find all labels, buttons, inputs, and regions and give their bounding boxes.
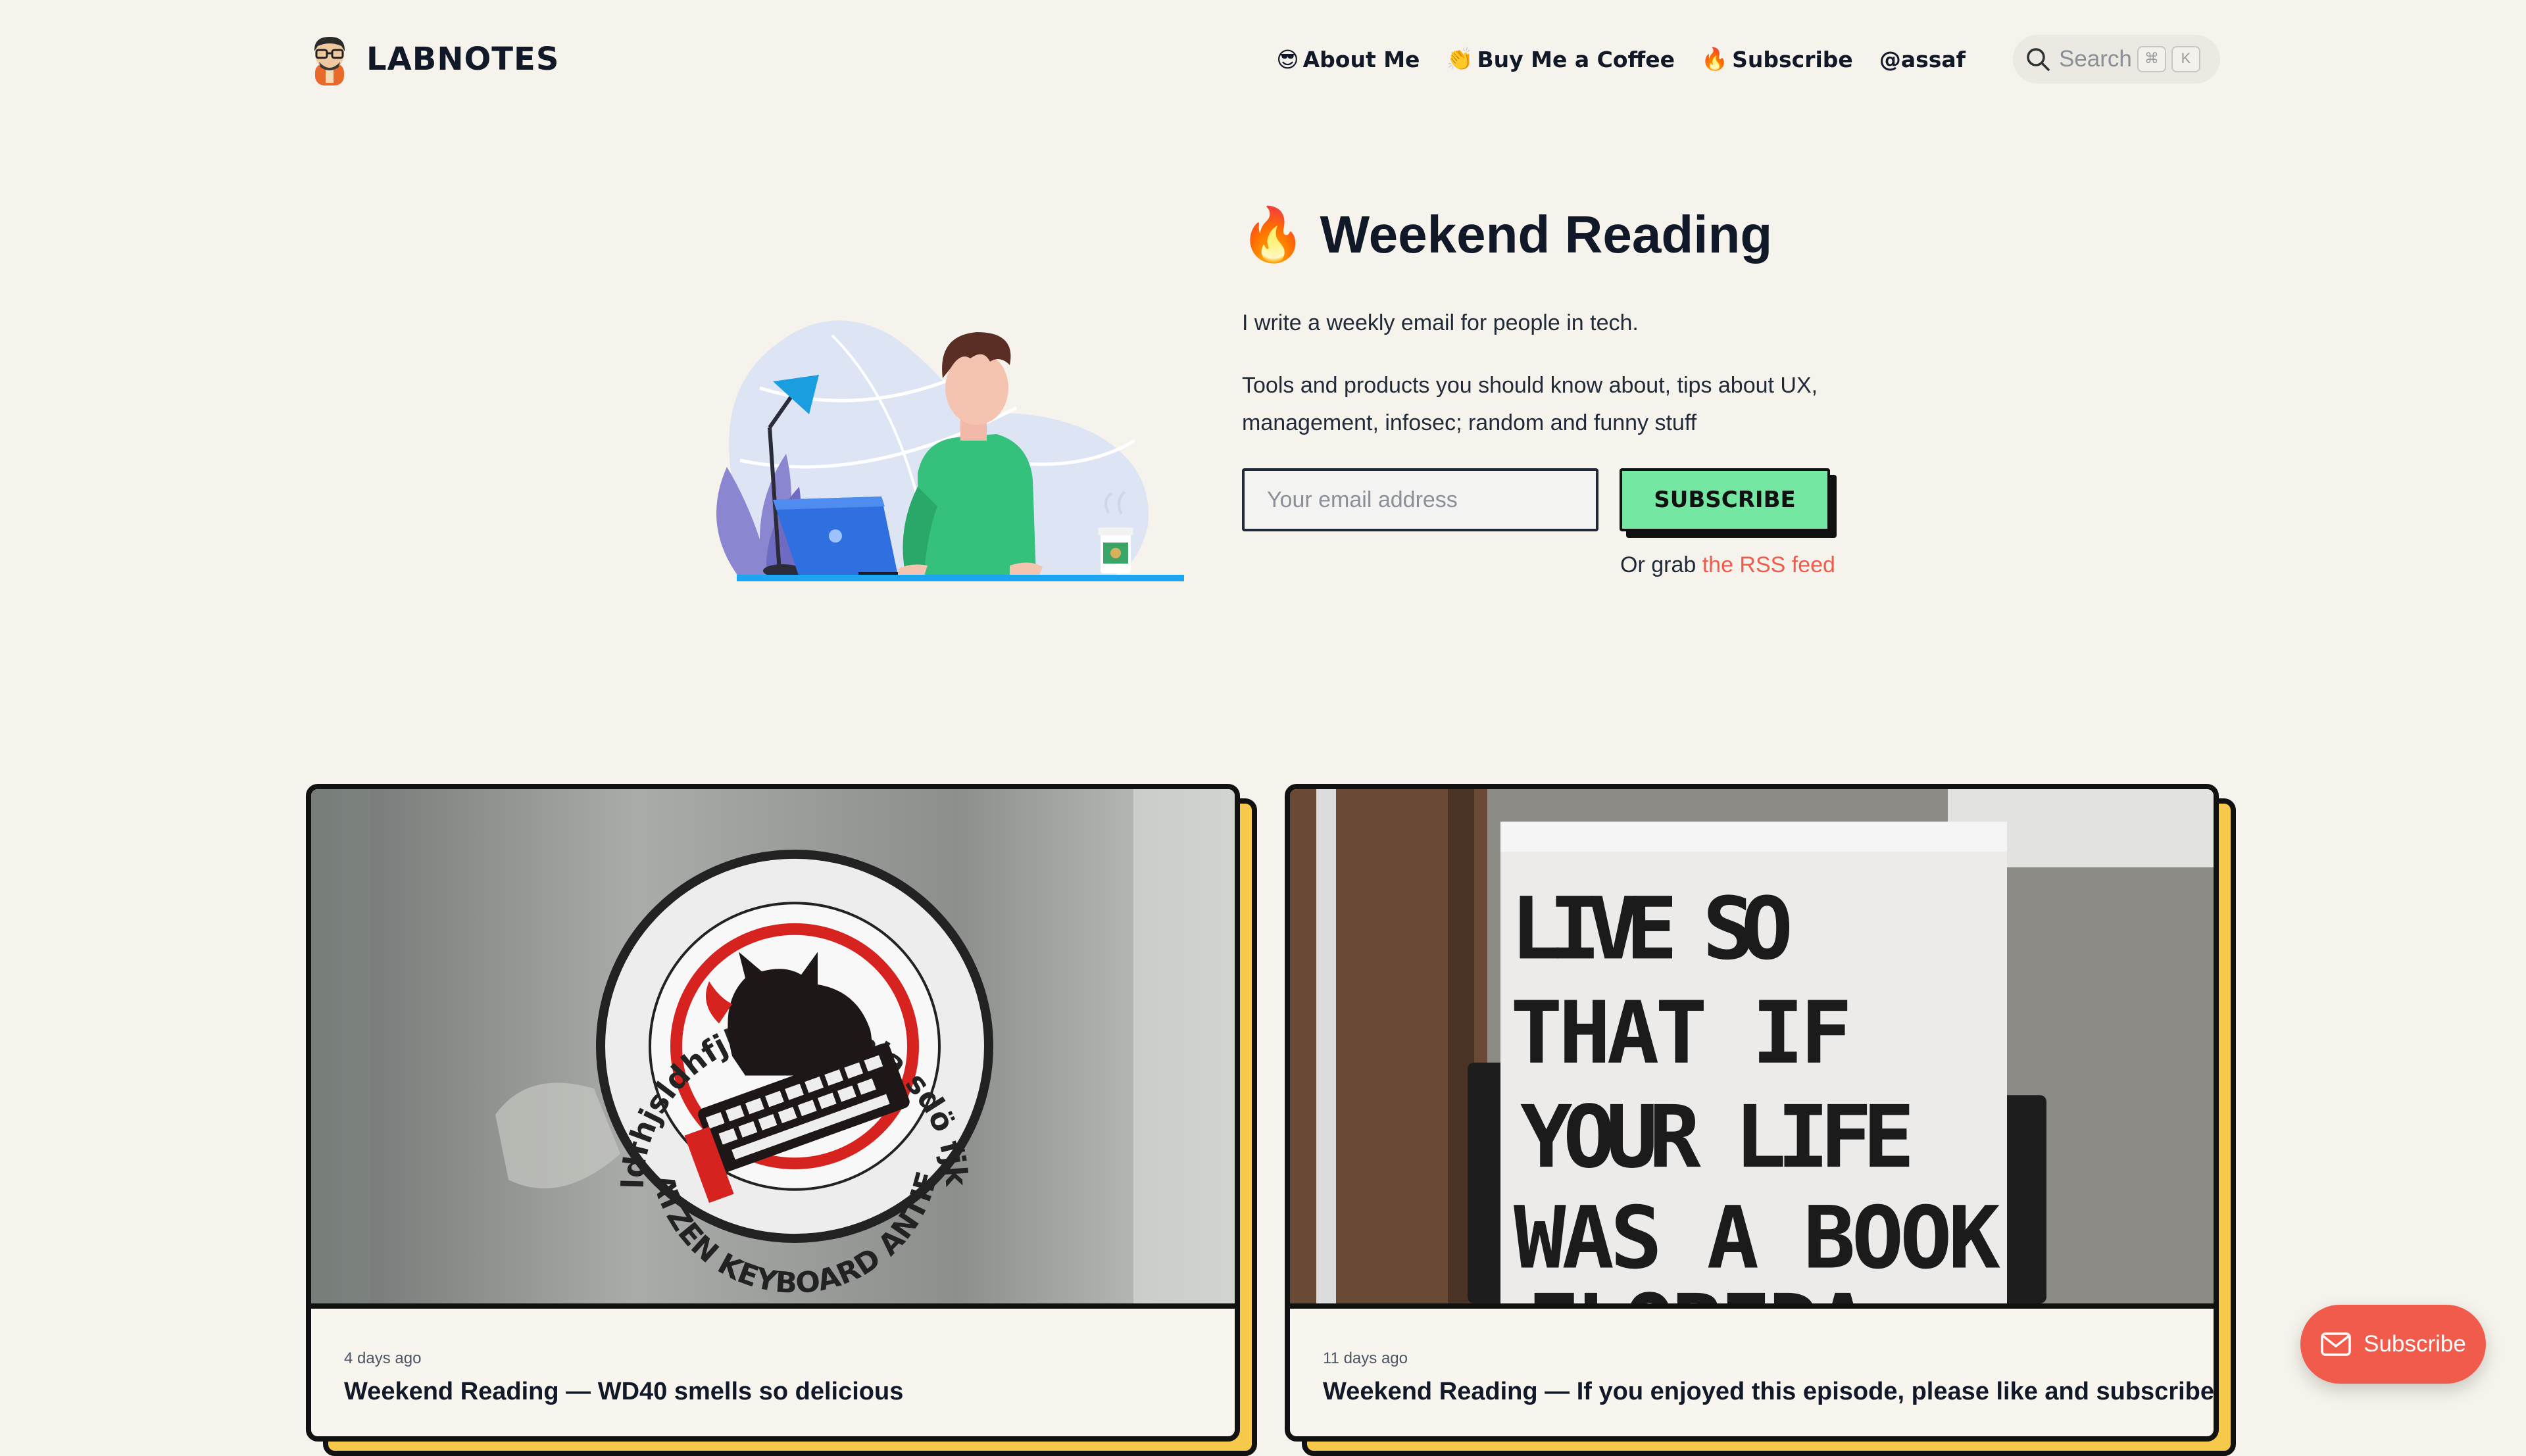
page-title-text: Weekend Reading	[1320, 205, 1773, 264]
svg-text:LIVE SO: LIVE SO	[1510, 879, 1793, 979]
post-title[interactable]: Weekend Reading — If you enjoyed this ep…	[1323, 1378, 2214, 1406]
svg-text:FLORIDA: FLORIDA	[1527, 1276, 1869, 1303]
hero-intro: I write a weekly email for people in tec…	[1242, 310, 1639, 335]
floating-subscribe-button[interactable]: Subscribe	[2300, 1305, 2486, 1384]
post-image[interactable]: sldfhjsldhfjha sdljfnla sdö fjka KATZEN …	[311, 789, 1235, 1309]
nav-subscribe[interactable]: 🔥 Subscribe	[1701, 46, 1853, 72]
avatar-logo-icon	[314, 37, 345, 85]
svg-text:YOUR LIFE: YOUR LIFE	[1520, 1087, 1915, 1187]
search-label: Search	[2059, 46, 2132, 72]
rss-line: Or grab the RSS feed	[1620, 552, 1835, 578]
svg-text:THAT IF: THAT IF	[1510, 983, 1852, 1082]
post-date: 11 days ago	[1323, 1349, 1408, 1367]
rss-prefix: Or grab	[1620, 552, 1702, 577]
brand-link[interactable]: LABNOTES	[306, 32, 559, 87]
nav-buy-me-a-coffee-label: Buy Me a Coffee	[1477, 46, 1675, 72]
post-card[interactable]: sldfhjsldhfjha sdljfnla sdö fjka KATZEN …	[306, 784, 1257, 1456]
fire-emoji-icon: 🔥	[1701, 46, 1729, 72]
rss-feed-link[interactable]: the RSS feed	[1702, 552, 1835, 577]
sticker-photo: sldfhjsldhfjha sdljfnla sdö fjka KATZEN …	[311, 789, 1235, 1303]
letterboard-sign-photo: LIVE SO THAT IF YOUR LIFE WAS A BOOK FLO…	[1290, 789, 2214, 1303]
svg-text:WAS A BOOK: WAS A BOOK	[1514, 1188, 2000, 1288]
fire-emoji-icon: 🔥	[1240, 205, 1306, 264]
post-card[interactable]: LIVE SO THAT IF YOUR LIFE WAS A BOOK FLO…	[1285, 784, 2236, 1456]
nav-subscribe-label: Subscribe	[1732, 46, 1853, 72]
post-card-body[interactable]: sldfhjsldhfjha sdljfnla sdö fjka KATZEN …	[306, 784, 1240, 1442]
email-field[interactable]	[1242, 468, 1598, 531]
post-title[interactable]: Weekend Reading — WD40 smells so delicio…	[344, 1378, 903, 1406]
subscribe-button[interactable]: SUBSCRIBE	[1620, 468, 1830, 531]
nav-twitter-handle[interactable]: @assaf	[1879, 47, 1966, 72]
sunglasses-emoji-icon: 😎	[1276, 46, 1299, 72]
hero-description: Tools and products you should know about…	[1242, 373, 1818, 435]
nav-about-me[interactable]: 😎 About Me	[1276, 47, 1420, 72]
floating-subscribe-label: Subscribe	[2364, 1331, 2466, 1357]
nav-buy-me-a-coffee[interactable]: 👏 Buy Me a Coffee	[1446, 46, 1675, 72]
nav-about-me-label: About Me	[1302, 46, 1420, 72]
nav-twitter-handle-label: @assaf	[1879, 46, 1966, 72]
k-key-badge: K	[2171, 46, 2200, 72]
brand-name: LABNOTES	[366, 41, 560, 78]
main-nav: 😎 About Me 👏 Buy Me a Coffee 🔥 Subscribe…	[1250, 35, 2220, 84]
hero-illustration	[716, 320, 1184, 581]
command-key-badge: ⌘	[2137, 46, 2166, 72]
page-title: 🔥 Weekend Reading	[1240, 204, 1772, 266]
post-date: 4 days ago	[344, 1349, 422, 1367]
clapping-hands-emoji-icon: 👏	[1446, 46, 1474, 72]
post-card-body[interactable]: LIVE SO THAT IF YOUR LIFE WAS A BOOK FLO…	[1285, 784, 2219, 1442]
search-icon	[2027, 48, 2050, 71]
site-header: LABNOTES 😎 About Me 👏 Buy Me a Coffee 🔥 …	[306, 20, 2220, 99]
post-image[interactable]: LIVE SO THAT IF YOUR LIFE WAS A BOOK FLO…	[1290, 789, 2214, 1309]
search-button[interactable]: Search ⌘ K	[2013, 35, 2220, 84]
envelope-icon	[2321, 1332, 2351, 1356]
